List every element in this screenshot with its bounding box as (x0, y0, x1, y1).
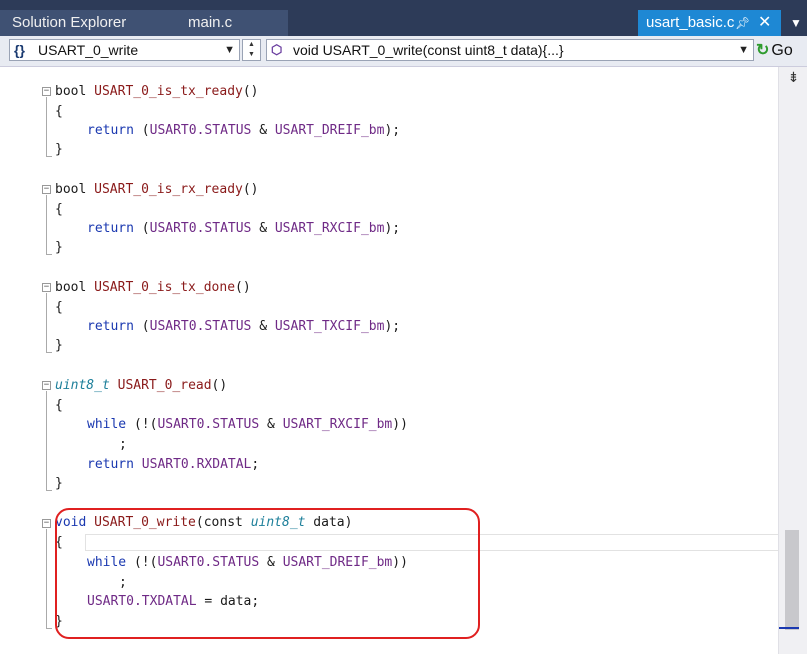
code-line: } (55, 142, 63, 157)
code-line: return (USART0.STATUS & USART_TXCIF_bm); (87, 319, 401, 334)
close-icon[interactable]: ✕ (758, 10, 771, 36)
chevron-down-icon[interactable]: ▼ (738, 40, 749, 60)
go-button[interactable]: ↻ Go (756, 39, 806, 63)
navigation-bar: {} USART_0_write ▼ ▲ ▼ ⬡ void USART_0_wri… (0, 36, 807, 67)
document-tab-bar: Solution Explorer main.c usart_basic.c 📌… (0, 0, 807, 36)
tab-solution-explorer[interactable]: Solution Explorer (0, 10, 170, 36)
pin-icon[interactable]: 📌︎ (735, 10, 750, 36)
code-line: return (USART0.STATUS & USART_RXCIF_bm); (87, 221, 401, 236)
fold-guide-end (46, 254, 52, 255)
fold-toggle[interactable]: − (42, 87, 51, 96)
fold-guide (46, 97, 47, 156)
code-line: } (55, 240, 63, 255)
split-window-icon[interactable]: ⇟ (779, 69, 807, 87)
code-line: return USART0.RXDATAL; (87, 457, 260, 472)
code-line: { (55, 202, 63, 217)
fold-guide (46, 195, 47, 254)
code-line: uint8_t USART_0_read() (55, 378, 228, 393)
chevron-down-icon[interactable]: ▼ (224, 40, 235, 60)
fold-toggle[interactable]: − (42, 381, 51, 390)
fold-guide-end (46, 352, 52, 353)
fold-guide (46, 529, 47, 628)
code-line: } (55, 476, 63, 491)
tab-main-c[interactable]: main.c (170, 10, 288, 36)
braces-icon: {} (14, 42, 25, 58)
function-scope-value: USART_0_write (38, 42, 139, 58)
fold-guide (46, 293, 47, 352)
code-line: ; (119, 437, 127, 452)
fold-toggle[interactable]: − (42, 519, 51, 528)
fold-guide-end (46, 156, 52, 157)
function-scope-dropdown[interactable]: {} USART_0_write ▼ (9, 39, 240, 61)
fold-toggle[interactable]: − (42, 185, 51, 194)
method-cube-icon: ⬡ (271, 42, 283, 57)
member-signature-dropdown[interactable]: ⬡ void USART_0_write(const uint8_t data)… (266, 39, 754, 61)
scope-spinner[interactable]: ▲ ▼ (242, 39, 261, 61)
editor-gutter (0, 67, 30, 654)
code-line: { (55, 300, 63, 315)
go-arrow-icon: ↻ (756, 42, 770, 59)
scrollbar-caret-marker (779, 627, 799, 629)
scrollbar-thumb[interactable] (785, 530, 799, 630)
code-line: bool USART_0_is_tx_ready() (55, 84, 259, 99)
code-editor[interactable]: − bool USART_0_is_tx_ready() { return (U… (0, 67, 807, 654)
code-line: } (55, 338, 63, 353)
fold-guide-end (46, 628, 52, 629)
fold-guide (46, 391, 47, 490)
tab-usart-basic-c[interactable]: usart_basic.c 📌︎ ✕ (638, 10, 781, 36)
member-signature-value: void USART_0_write(const uint8_t data){.… (293, 42, 564, 58)
annotation-highlight-box (55, 508, 480, 639)
vertical-scrollbar[interactable]: ⇟ (778, 67, 807, 654)
code-line: bool USART_0_is_tx_done() (55, 280, 251, 295)
fold-guide-end (46, 490, 52, 491)
fold-toggle[interactable]: − (42, 283, 51, 292)
code-line: { (55, 398, 63, 413)
tab-overflow-chevron-down-icon[interactable]: ▼ (786, 10, 806, 36)
code-area[interactable]: − bool USART_0_is_tx_ready() { return (U… (30, 67, 805, 654)
code-line: bool USART_0_is_rx_ready() (55, 182, 259, 197)
code-line: return (USART0.STATUS & USART_DREIF_bm); (87, 123, 401, 138)
tab-label: usart_basic.c (646, 14, 735, 31)
code-line: { (55, 104, 63, 119)
go-label: Go (771, 42, 793, 59)
code-line: while (!(USART0.STATUS & USART_RXCIF_bm)… (87, 417, 408, 432)
